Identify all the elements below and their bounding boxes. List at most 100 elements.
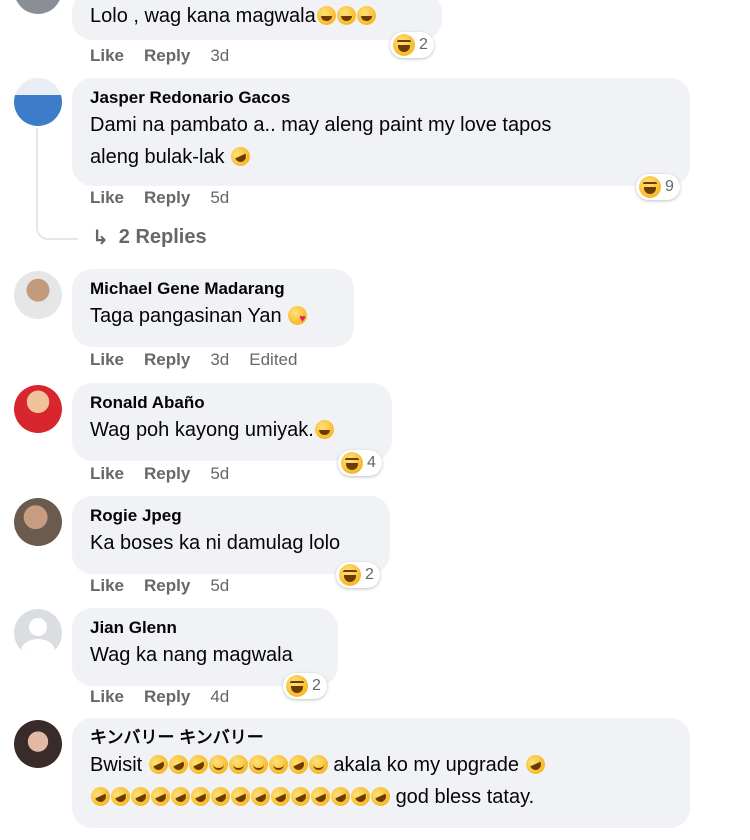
rofl-emoji-icon	[185, 751, 211, 778]
rofl-emoji-icon	[145, 751, 171, 778]
comment-author[interactable]: Jian Glenn	[90, 617, 324, 639]
avatar[interactable]	[14, 720, 62, 768]
timestamp[interactable]: 5d	[210, 576, 229, 596]
view-replies-link[interactable]: ↳ 2 Replies	[92, 225, 207, 250]
haha-reaction-icon	[286, 675, 308, 697]
comment-actions: Like Reply 5d	[90, 464, 229, 484]
comment-bubble: キンバリー キンバリー Bwisit akala ko my upgrade g…	[72, 718, 690, 828]
rofl-emoji-icon	[227, 143, 254, 170]
comment-actions: Like Reply 3d	[90, 46, 229, 66]
avatar[interactable]	[14, 385, 62, 433]
like-button[interactable]: Like	[90, 350, 124, 370]
rofl-emoji-icon	[287, 783, 314, 810]
timestamp[interactable]: 5d	[210, 188, 229, 208]
comment-text-line: aleng bulak-lak	[90, 141, 676, 173]
timestamp[interactable]: 3d	[210, 46, 229, 66]
reaction-count-value: 2	[312, 677, 321, 694]
smile-emoji-icon	[308, 755, 328, 774]
avatar[interactable]	[14, 498, 62, 546]
reaction-count[interactable]: 2	[336, 562, 380, 588]
reaction-count-value: 2	[419, 36, 428, 53]
haha-reaction-icon	[639, 176, 661, 198]
reply-button[interactable]: Reply	[144, 188, 190, 208]
comment-actions: Like Reply 3d Edited	[90, 350, 297, 370]
like-button[interactable]: Like	[90, 687, 124, 707]
comment-text: Ka boses ka ni damulag lolo	[90, 532, 341, 554]
comment-bubble: Jasper Redonario Gacos Dami na pambato a…	[72, 78, 690, 186]
rofl-emoji-icon	[367, 783, 394, 810]
comment-actions: Like Reply 5d	[90, 576, 229, 596]
haha-reaction-icon	[339, 564, 361, 586]
reaction-count[interactable]: 9	[636, 174, 680, 200]
like-button[interactable]: Like	[90, 576, 124, 596]
rofl-emoji-icon	[307, 783, 334, 810]
smile-emoji-icon	[208, 755, 228, 774]
rofl-emoji-icon	[165, 751, 191, 778]
comment-text-line: god bless tatay.	[87, 781, 676, 813]
haha-reaction-icon	[341, 452, 363, 474]
rofl-emoji-icon	[87, 783, 114, 810]
reaction-count-value: 4	[367, 454, 376, 471]
smile-emoji-icon	[228, 755, 248, 774]
reaction-count[interactable]: 2	[283, 673, 327, 699]
grin-emoji-icon	[336, 6, 356, 25]
timestamp[interactable]: 3d	[210, 350, 229, 370]
comment-bubble: Rogie Jpeg Ka boses ka ni damulag lolo	[72, 496, 390, 574]
comment-text: Taga pangasinan Yan	[90, 300, 340, 335]
smile-emoji-icon	[248, 755, 268, 774]
rofl-emoji-icon	[327, 783, 354, 810]
avatar[interactable]	[14, 271, 62, 319]
timestamp[interactable]: 4d	[210, 687, 229, 707]
comment-bubble: Michael Gene Madarang Taga pangasinan Ya…	[72, 269, 354, 347]
reaction-count[interactable]: 4	[338, 450, 382, 476]
rofl-emoji-icon	[522, 751, 548, 778]
comment-author[interactable]: Rogie Jpeg	[90, 505, 376, 527]
comment-author[interactable]: Ronald Abaño	[90, 392, 378, 414]
comment-author[interactable]: キンバリー キンバリー	[90, 727, 676, 749]
rofl-emoji-icon	[247, 783, 274, 810]
rofl-emoji-icon	[187, 783, 214, 810]
rofl-emoji-icon	[267, 783, 294, 810]
rofl-emoji-icon	[207, 783, 234, 810]
grin-emoji-icon	[316, 6, 336, 25]
reply-button[interactable]: Reply	[144, 464, 190, 484]
reply-button[interactable]: Reply	[144, 46, 190, 66]
replies-label: 2 Replies	[118, 226, 207, 248]
rofl-emoji-icon	[147, 783, 174, 810]
avatar[interactable]	[14, 0, 62, 14]
like-button[interactable]: Like	[90, 464, 124, 484]
comment-author[interactable]: Michael Gene Madarang	[90, 278, 340, 300]
rofl-emoji-icon	[227, 783, 254, 810]
reply-button[interactable]: Reply	[144, 576, 190, 596]
rofl-emoji-icon	[107, 783, 134, 810]
rofl-emoji-icon	[127, 783, 154, 810]
smiling-hearts-emoji-icon	[288, 303, 308, 335]
comment-bubble: Ronald Abaño Wag poh kayong umiyak.	[72, 383, 392, 461]
like-button[interactable]: Like	[90, 46, 124, 66]
rofl-emoji-icon	[167, 783, 194, 810]
comment-actions: Like Reply 5d	[90, 188, 229, 208]
avatar[interactable]	[14, 609, 62, 657]
rofl-emoji-icon	[285, 751, 311, 778]
like-button[interactable]: Like	[90, 188, 124, 208]
timestamp[interactable]: 5d	[210, 464, 229, 484]
comment-text: Lolo , wag kana magwala	[90, 5, 376, 27]
comment-author[interactable]: Jasper Redonario Gacos	[90, 87, 676, 109]
default-avatar-icon	[29, 618, 47, 636]
reply-arrow-icon: ↳	[92, 227, 109, 249]
tears-of-joy-emoji-icon	[314, 420, 334, 439]
comment-text-line: Bwisit akala ko my upgrade	[90, 749, 676, 781]
smile-emoji-icon	[268, 755, 288, 774]
comment-bubble: Lolo , wag kana magwala	[72, 0, 442, 40]
default-avatar-body	[21, 639, 55, 657]
reaction-count-value: 2	[365, 566, 374, 583]
reply-button[interactable]: Reply	[144, 687, 190, 707]
avatar[interactable]	[14, 78, 62, 126]
edited-label[interactable]: Edited	[249, 350, 297, 370]
reaction-count-value: 9	[665, 178, 674, 195]
reply-button[interactable]: Reply	[144, 350, 190, 370]
reaction-count[interactable]: 2	[390, 32, 434, 58]
comment-actions: Like Reply 4d	[90, 687, 229, 707]
haha-reaction-icon	[393, 34, 415, 56]
comment-text: Wag poh kayong umiyak.	[90, 414, 378, 446]
